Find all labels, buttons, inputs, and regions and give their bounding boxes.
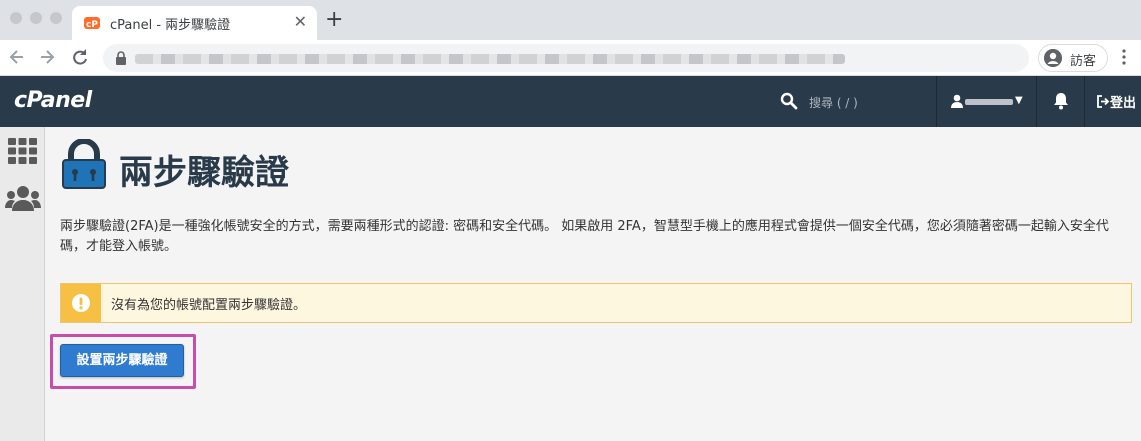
profile-button[interactable]: 訪客 [1038,44,1108,72]
blurred-username [965,99,1013,105]
back-arrow-icon[interactable] [8,46,26,68]
chevron-down-icon: ▼ [1015,95,1023,106]
left-sidebar [0,127,45,441]
users-icon[interactable] [5,185,41,211]
browser-tab-strip: cP cPanel - 兩步驟驗證 ✕ + [0,0,1141,40]
page-title: 兩步驟驗證 [119,153,289,193]
page-description: 兩步驟驗證(2FA)是一種強化帳號安全的方式，需要兩種形式的認證: 密碼和安全代… [60,219,1109,254]
lock-icon [116,51,126,65]
grid-icon[interactable] [8,138,37,164]
menu-dots-icon[interactable] [1122,48,1126,66]
profile-label: 訪客 [1070,54,1097,69]
address-bar[interactable] [103,44,1029,72]
browser-tab[interactable]: cP cPanel - 兩步驟驗證 ✕ [72,6,317,40]
guest-avatar-icon [1044,49,1062,67]
svg-text:cP: cP [86,20,98,30]
main-content: 兩步驟驗證 兩步驟驗證(2FA)是一種強化帳號安全的方式，需要兩種形式的認證: … [46,127,1141,441]
bell-icon [1054,93,1068,110]
new-tab-button[interactable]: + [325,8,343,32]
cpanel-favicon: cP [84,17,100,30]
alert-message: 沒有為您的帳號配置兩步驟驗證。 [111,298,307,313]
blurred-url [135,54,845,64]
search-placeholder: 搜尋 ( / ) [809,96,858,110]
user-icon [951,94,963,108]
logout-icon [1097,95,1110,108]
alert-icon-strip [61,284,101,322]
tab-title: cPanel - 兩步驟驗證 [110,18,231,33]
cpanel-header: cPanel 搜尋 ( / ) ▼ 登出 [0,76,1141,127]
padlock-title-icon [62,139,106,189]
warning-alert: 沒有為您的帳號配置兩步驟驗證。 [60,283,1132,323]
logout-button[interactable]: 登出 [1084,76,1141,127]
user-menu[interactable]: ▼ [936,76,1036,127]
forward-arrow-icon[interactable] [38,46,56,68]
search-icon [780,92,798,110]
setup-2fa-button[interactable]: 設置兩步驟驗證 [60,344,184,377]
tab-close-icon[interactable]: ✕ [294,12,307,31]
reload-icon[interactable] [70,46,90,68]
window-minimize-dot[interactable] [30,12,42,24]
window-close-dot[interactable] [10,12,22,24]
cpanel-logo[interactable]: cPanel [14,88,92,113]
notifications-button[interactable] [1036,76,1084,127]
warning-icon [72,294,90,312]
window-zoom-dot[interactable] [50,12,62,24]
logout-label: 登出 [1110,96,1137,111]
browser-toolbar: 訪客 [0,40,1141,76]
